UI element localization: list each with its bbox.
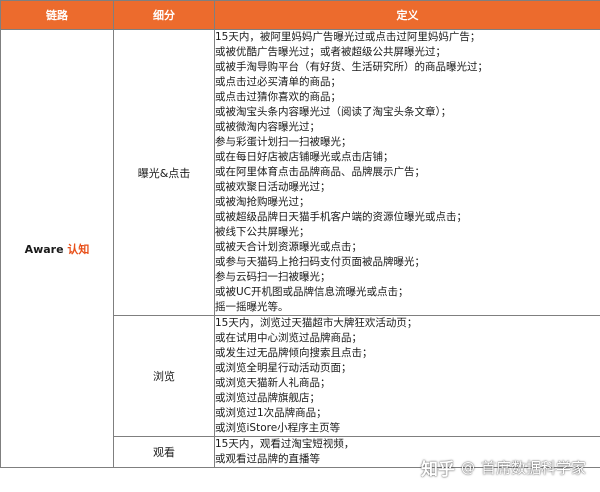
definition-line: 或被优酷广告曝光过；或者被超级公共屏曝光过； bbox=[215, 46, 446, 58]
definition-line: 或在试用中心浏览过品牌商品； bbox=[215, 332, 362, 344]
definition-line: 或参与天猫码上抢扫码支付页面被品牌曝光； bbox=[215, 256, 425, 268]
sub-cell: 观看 bbox=[113, 436, 215, 468]
definition-line: 或被淘抢购曝光过； bbox=[215, 196, 310, 208]
definition-line: 或浏览全明星行动活动页面； bbox=[215, 362, 352, 374]
definition-line: 或被天合计划资源曝光或点击； bbox=[215, 241, 362, 253]
sub-cell: 曝光&点击 bbox=[113, 29, 215, 316]
definition-line: 15天内，观看过淘宝短视频， bbox=[215, 438, 355, 450]
header-sub: 细分 bbox=[113, 0, 215, 30]
definition-table: 链路 细分 定义 Aware 认知 曝光&点击 15天内，被阿里妈妈广告曝光过或… bbox=[0, 0, 600, 468]
definition-line: 或在阿里体育点击品牌商品、品牌展示广告； bbox=[215, 166, 425, 178]
definition-line: 参与云码扫一扫被曝光； bbox=[215, 271, 331, 283]
definition-line: 或浏览天猫新人礼商品； bbox=[215, 377, 331, 389]
table-row: Aware 认知 曝光&点击 15天内，被阿里妈妈广告曝光过或点击过阿里妈妈广告… bbox=[0, 29, 600, 468]
definition-line: 15天内，被阿里妈妈广告曝光过或点击过阿里妈妈广告； bbox=[215, 31, 481, 43]
header-definition: 定义 bbox=[214, 0, 600, 30]
definition-line: 摇一摇曝光等。 bbox=[215, 301, 289, 313]
definition-line: 或被UC开机图或品牌信息流曝光或点击； bbox=[215, 286, 409, 298]
definition-line: 或观看过品牌的直播等 bbox=[215, 453, 320, 465]
definition-line: 或发生过无品牌倾向搜索且点击； bbox=[215, 347, 373, 359]
definition-cell: 15天内，被阿里妈妈广告曝光过或点击过阿里妈妈广告； 或被优酷广告曝光过；或者被… bbox=[214, 29, 600, 316]
definition-line: 参与彩蛋计划扫一扫被曝光； bbox=[215, 136, 352, 148]
table-header-row: 链路 细分 定义 bbox=[0, 0, 600, 30]
definition-line: 或浏览过品牌旗舰店； bbox=[215, 392, 320, 404]
chain-cell-aware: Aware 认知 bbox=[0, 29, 114, 468]
chain-label-cjk: 认知 bbox=[67, 242, 90, 256]
definition-line: 或点击过猜你喜欢的商品； bbox=[215, 91, 341, 103]
definition-line: 或被淘宝头条内容曝光过（阅读了淘宝头条文章）； bbox=[215, 106, 452, 118]
definition-line: 或被手淘导购平台（有好货、生活研究所）的商品曝光过； bbox=[215, 61, 488, 73]
definition-cell: 15天内，浏览过天猫超市大牌狂欢活动页； 或在试用中心浏览过品牌商品； 或发生过… bbox=[214, 315, 600, 437]
definition-line: 被线下公共屏曝光； bbox=[215, 226, 310, 238]
definition-line: 15天内，浏览过天猫超市大牌狂欢活动页； bbox=[215, 317, 418, 329]
definition-line: 或浏览iStore小程序主页等 bbox=[215, 422, 341, 434]
header-chain: 链路 bbox=[0, 0, 114, 30]
chain-label-latin: Aware bbox=[24, 242, 64, 256]
definition-line: 或被微淘内容曝光过； bbox=[215, 121, 320, 133]
definition-line: 或浏览过1次品牌商品； bbox=[215, 407, 327, 419]
definition-line: 或点击过必买清单的商品； bbox=[215, 76, 341, 88]
definition-line: 或在每日好店被店铺曝光或点击店铺； bbox=[215, 151, 394, 163]
definition-line: 或被超级品牌日天猫手机客户端的资源位曝光或点击； bbox=[215, 211, 467, 223]
definition-cell: 15天内，观看过淘宝短视频， 或观看过品牌的直播等 bbox=[214, 436, 600, 468]
sub-cell: 浏览 bbox=[113, 315, 215, 437]
definition-line: 或被欢聚日活动曝光过； bbox=[215, 181, 331, 193]
